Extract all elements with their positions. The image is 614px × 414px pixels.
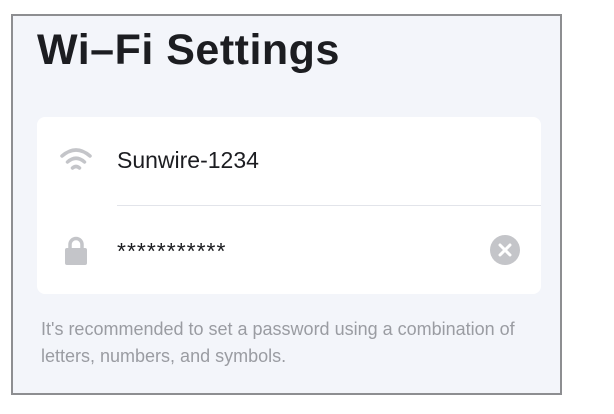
page-title: Wi–Fi Settings xyxy=(37,26,340,74)
wifi-settings-screen: Wi–Fi Settings Sunwire-1234 *********** xyxy=(11,14,562,395)
ssid-value: Sunwire-1234 xyxy=(117,147,259,173)
password-field[interactable]: *********** xyxy=(117,238,226,265)
ssid-row[interactable]: Sunwire-1234 xyxy=(37,117,541,205)
network-card: Sunwire-1234 *********** xyxy=(37,117,541,294)
password-hint: It's recommended to set a password using… xyxy=(41,319,515,366)
clear-password-button[interactable] xyxy=(489,234,521,266)
wifi-icon xyxy=(59,144,93,178)
password-row[interactable]: *********** xyxy=(37,206,541,294)
lock-icon xyxy=(59,234,93,268)
